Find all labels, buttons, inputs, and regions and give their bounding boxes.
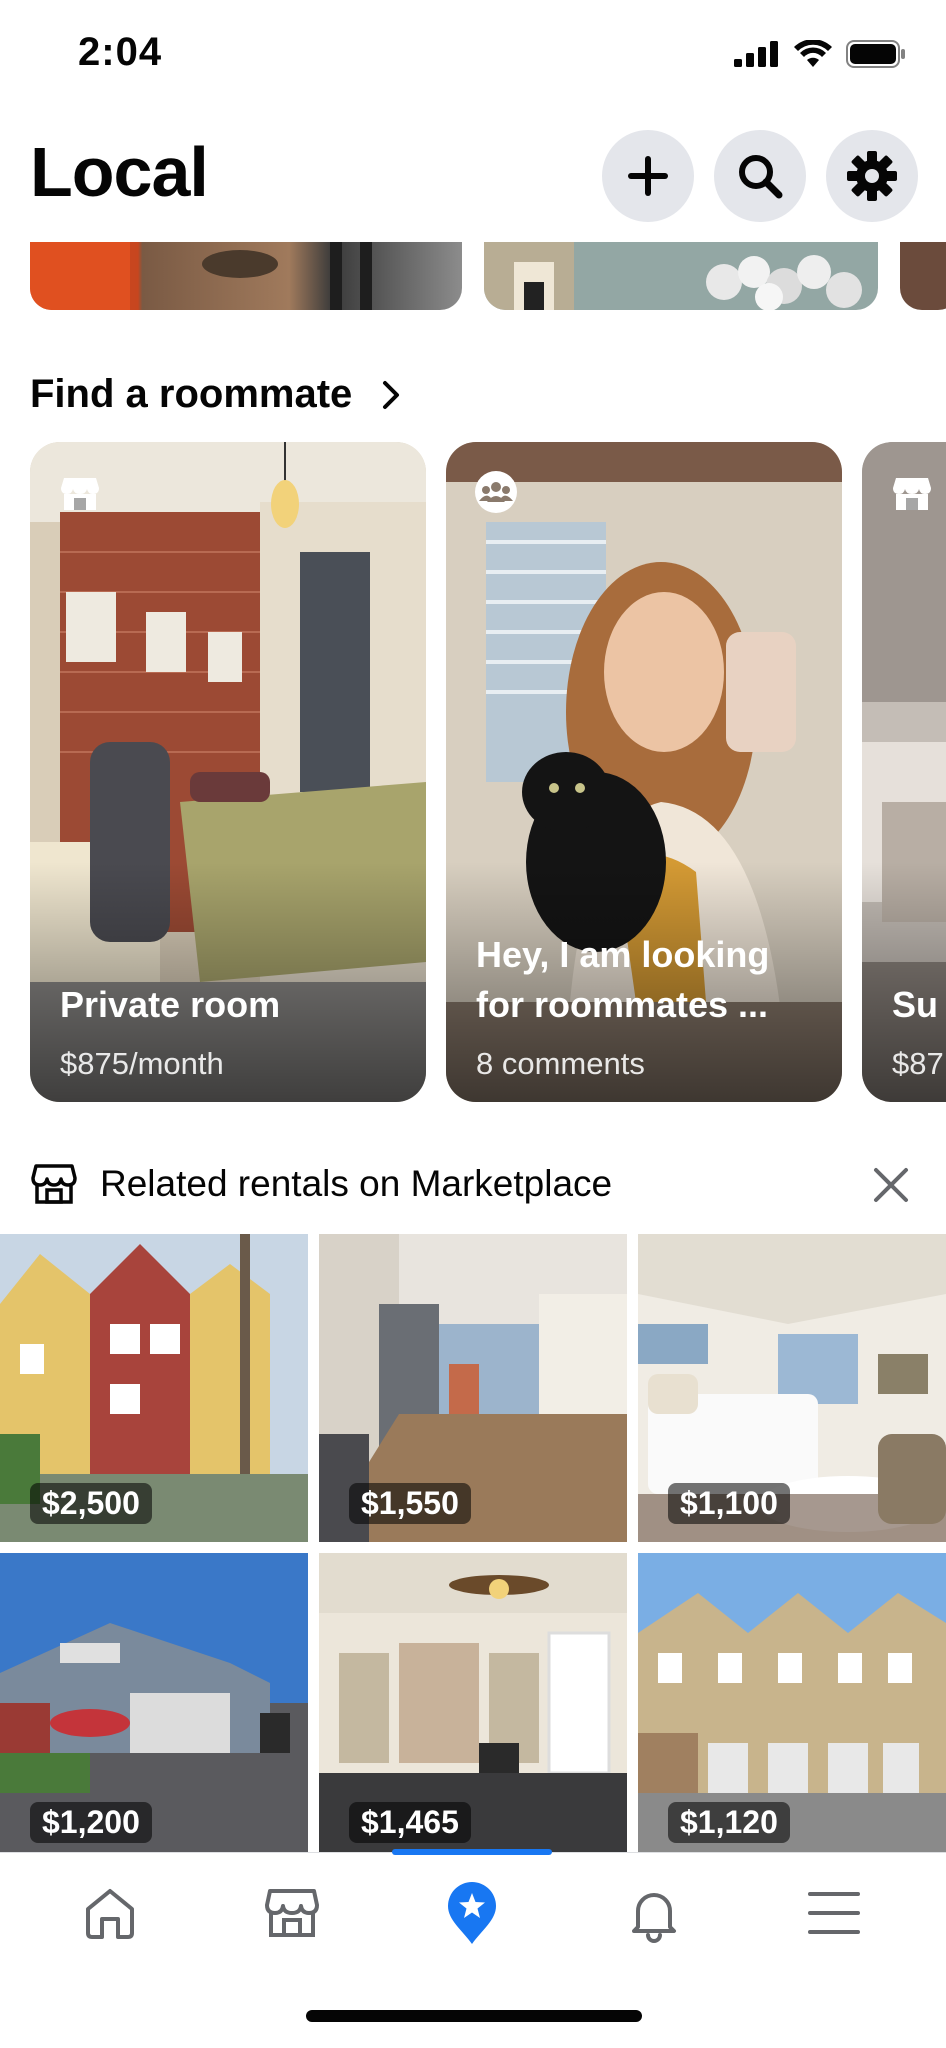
listing-price: $2,500 [30,1483,152,1524]
settings-button[interactable] [826,130,918,222]
battery-icon [846,40,905,68]
roommate-card[interactable]: Hey, I am looking for roommates ... 8 co… [446,442,842,1102]
card-subtitle: 8 comments [476,1046,645,1081]
listing-price: $1,550 [349,1483,471,1524]
home-indicator [306,2010,642,2022]
nav-menu[interactable] [798,1877,870,1949]
strip-card-art [30,242,372,310]
search-button[interactable] [714,130,806,222]
bottom-nav [0,1849,946,1973]
status-time: 2:04 [78,30,163,74]
roommate-card[interactable]: Su $87 [862,442,946,1102]
roommate-card[interactable]: Private room $875/month [30,442,426,1102]
plus-icon [628,156,668,196]
listing-price: $1,465 [349,1802,471,1843]
menu-icon [808,1892,860,1934]
marketplace-icon [893,478,931,510]
nav-home[interactable] [74,1877,146,1949]
strip-card-image[interactable] [30,242,462,310]
create-button[interactable] [602,130,694,222]
nav-local[interactable] [436,1877,508,1949]
listing-tile[interactable]: $1,550 [319,1234,627,1542]
marketplace-icon [265,1889,319,1937]
related-rentals-header: Related rentals on Marketplace [30,1160,612,1208]
card-subtitle: $875/month [60,1046,224,1081]
close-button[interactable] [866,1160,916,1210]
local-icon [448,1882,496,1944]
section-header-roommate[interactable]: Find a roommate [30,372,400,417]
gear-icon [847,151,897,201]
listing-price: $1,200 [30,1802,152,1843]
listing-tile[interactable]: $2,500 [0,1234,308,1542]
strip-card-image[interactable] [484,242,878,310]
nav-notifications[interactable] [618,1877,690,1949]
card-title-line-2: for roommates ... [476,984,769,1025]
page-title: Local [30,133,209,211]
card-title-line-1: Hey, I am looking [476,934,770,975]
card-title: Private room [60,984,281,1025]
section-title: Find a roommate [30,372,353,416]
group-icon [475,471,517,513]
active-tab-indicator [392,1849,552,1855]
marketplace-icon [31,1164,77,1204]
status-icons [734,40,906,68]
card-title: Su [892,984,939,1025]
close-icon [874,1168,908,1202]
listing-price: $1,120 [668,1802,790,1843]
strip-card-art [484,242,862,310]
home-icon [86,1889,134,1939]
notifications-icon [632,1893,676,1943]
chevron-right-icon [383,380,400,409]
related-rentals-title: Related rentals on Marketplace [100,1163,613,1204]
listing-tile[interactable]: $1,120 [638,1553,946,1861]
listing-tile[interactable]: $1,200 [0,1553,308,1861]
wifi-icon [794,40,832,67]
listing-price: $1,100 [668,1483,790,1524]
listing-tile[interactable]: $1,100 [638,1234,946,1542]
search-icon [739,155,783,199]
strip-card-image[interactable] [900,242,946,310]
nav-marketplace[interactable] [256,1877,328,1949]
listing-tile[interactable]: $1,465 [319,1553,627,1861]
cellular-signal-icon [734,41,778,67]
card-subtitle: $87 [892,1046,944,1081]
marketplace-icon [61,478,99,510]
